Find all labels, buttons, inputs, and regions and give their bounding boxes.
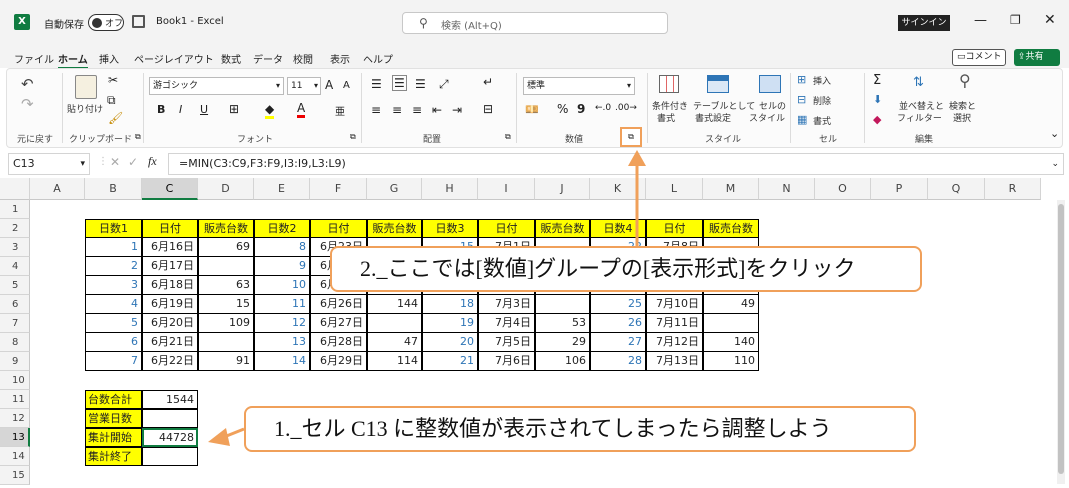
arrow-up-head	[628, 150, 646, 166]
callout-arrows	[208, 150, 646, 446]
arrow-left-head	[208, 428, 230, 446]
